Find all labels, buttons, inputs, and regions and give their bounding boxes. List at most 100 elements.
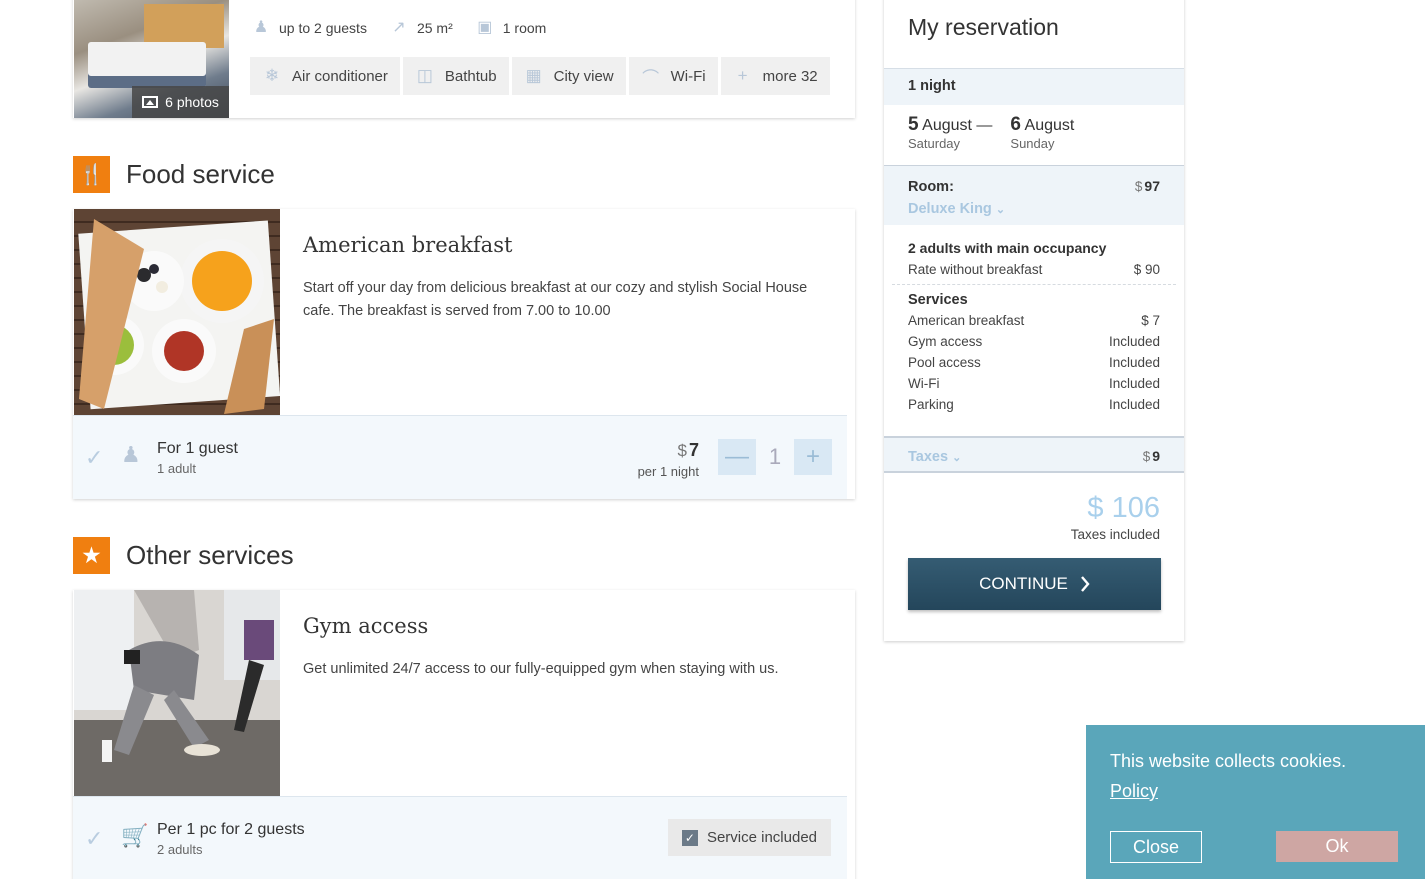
breakfast-photo[interactable] xyxy=(74,209,280,415)
breakfast-card: American breakfast Start off your day fr… xyxy=(73,209,855,499)
service-row-name: Pool access xyxy=(908,355,981,370)
quantity-value[interactable]: 1 xyxy=(756,444,794,470)
checkbox-checked-icon: ✓ xyxy=(681,829,698,846)
reservation-title: My reservation xyxy=(908,14,1059,40)
service-row: Pool access Included xyxy=(908,355,1160,370)
snowflake-icon: ❄ xyxy=(264,66,280,85)
amenity-city-view: ▦ City view xyxy=(511,57,626,95)
amenity-label: Wi-Fi xyxy=(670,67,706,85)
checkout-month: August xyxy=(1024,117,1075,134)
cookie-ok-button[interactable]: Ok xyxy=(1276,831,1398,862)
service-row: Gym access Included xyxy=(908,334,1160,349)
room-price: 97 xyxy=(1144,178,1160,194)
rate-label: Rate without breakfast xyxy=(908,262,1043,277)
price-breakdown: 2 adults with main occupancy Rate withou… xyxy=(892,240,1176,412)
total-note: Taxes included xyxy=(1070,527,1160,542)
breakfast-body: American breakfast Start off your day fr… xyxy=(303,233,831,323)
price-value: 7 xyxy=(688,440,699,460)
bathtub-icon: ◫ xyxy=(416,66,433,85)
gym-image xyxy=(74,590,280,796)
continue-label: CONTINUE xyxy=(979,574,1068,593)
food-service-header: 🍴 Food service xyxy=(73,156,275,193)
currency-symbol: $ xyxy=(677,441,687,460)
service-description: Get unlimited 24/7 access to our fully-e… xyxy=(303,661,779,677)
checkin-day: 5 xyxy=(908,114,919,135)
divider xyxy=(892,284,1176,285)
check-icon[interactable]: ✓ xyxy=(85,826,103,852)
plus-icon: + xyxy=(737,66,748,85)
breakfast-image xyxy=(74,209,280,415)
rate-price: $ 90 xyxy=(1133,262,1160,277)
continue-button[interactable]: CONTINUE xyxy=(908,558,1161,610)
room-meta: ♟ up to 2 guests ↗ 25 m² ▣ 1 room xyxy=(251,19,547,37)
gym-card: Gym access Get unlimited 24/7 access to … xyxy=(73,590,855,879)
occupancy-title: 2 adults with main occupancy xyxy=(908,240,1107,256)
check-icon[interactable]: ✓ xyxy=(85,445,103,471)
service-row-name: Gym access xyxy=(908,334,983,349)
cookie-banner: This website collects cookies. Policy Cl… xyxy=(1086,725,1425,879)
more-amenities-button[interactable]: + more 32 xyxy=(720,57,830,95)
stay-dates: 5 August — Saturday 6 August Sunday xyxy=(908,114,1074,151)
date-separator: — xyxy=(976,117,993,134)
gym-guest-info: Per 1 pc for 2 guests 2 adults xyxy=(157,821,305,857)
area-meta: ↗ 25 m² xyxy=(389,19,453,37)
bed-graphic xyxy=(88,42,206,88)
increment-button[interactable]: + xyxy=(794,439,832,475)
room-summary: Room: $97 Deluxe King ⌄ xyxy=(884,165,1184,225)
breakfast-footer: ✓ ♟ For 1 guest 1 adult $7 per 1 night —… xyxy=(73,415,847,499)
guest-info-main: Per 1 pc for 2 guests xyxy=(157,821,305,838)
checkin-date: 5 August — Saturday xyxy=(908,114,992,151)
guests-meta: ♟ up to 2 guests xyxy=(251,19,367,37)
service-included-toggle[interactable]: ✓ Service included xyxy=(667,819,831,856)
taxes-price: 9 xyxy=(1152,448,1160,464)
service-row: Parking Included xyxy=(908,397,1160,412)
checkin-month: August xyxy=(922,117,972,134)
room-card: 6 photos ♟ up to 2 guests ↗ 25 m² ▣ 1 ro… xyxy=(73,0,855,118)
service-description: Start off your day from delicious breakf… xyxy=(303,280,808,319)
service-row: American breakfast $ 7 xyxy=(908,313,1160,328)
nights-count: 1 night xyxy=(884,68,1184,105)
guests-text: up to 2 guests xyxy=(279,20,367,36)
cookie-message: This website collects cookies. xyxy=(1110,751,1347,771)
service-row-value: Included xyxy=(1108,334,1160,349)
section-title: Food service xyxy=(126,159,275,189)
area-icon: ↗ xyxy=(392,19,406,36)
quantity-stepper: — 1 + xyxy=(718,439,832,475)
cookie-policy-link[interactable]: Policy xyxy=(1110,781,1158,802)
star-icon: ★ xyxy=(73,537,110,574)
guests-icon: ♟ xyxy=(253,19,269,36)
picture-icon xyxy=(142,96,159,108)
cookie-close-button[interactable]: Close xyxy=(1110,831,1202,863)
checkout-day: 6 xyxy=(1010,114,1021,135)
total-block: $ 106 Taxes included xyxy=(1071,492,1160,542)
included-label: Service included xyxy=(706,829,817,846)
gym-photo[interactable] xyxy=(74,590,280,796)
decrement-button[interactable]: — xyxy=(718,439,756,475)
breakfast-price: $7 per 1 night xyxy=(638,440,699,479)
room-photo[interactable]: 6 photos xyxy=(74,0,229,118)
photos-badge[interactable]: 6 photos xyxy=(132,86,229,118)
amenities-list: ❄ Air conditioner ◫ Bathtub ▦ City view … xyxy=(250,57,830,95)
area-text: 25 m² xyxy=(416,20,453,36)
wifi-icon: ⌒ xyxy=(642,68,660,88)
amenity-air-conditioner: ❄ Air conditioner xyxy=(250,57,400,95)
city-view-icon: ▦ xyxy=(525,66,542,85)
chevron-right-icon xyxy=(1080,576,1090,592)
checkout-weekday: Sunday xyxy=(1010,136,1055,151)
service-name: Gym access xyxy=(303,614,429,638)
chevron-down-icon: ⌄ xyxy=(995,204,1006,216)
taxes-row[interactable]: Taxes ⌄ $9 xyxy=(884,436,1184,473)
gym-body: Gym access Get unlimited 24/7 access to … xyxy=(303,614,831,681)
service-name: American breakfast xyxy=(303,233,513,257)
person-icon: ♟ xyxy=(121,442,141,467)
other-services-header: ★ Other services xyxy=(73,537,294,574)
guest-info-sub: 2 adults xyxy=(157,842,203,857)
currency-symbol: $ xyxy=(1142,449,1151,464)
guest-info-sub: 1 adult xyxy=(157,461,197,476)
service-row-name: Wi-Fi xyxy=(908,376,940,391)
section-title: Other services xyxy=(126,540,294,570)
service-row-value: Included xyxy=(1108,376,1160,391)
checkout-date: 6 August Sunday xyxy=(1010,114,1074,151)
service-row-name: Parking xyxy=(908,397,954,412)
room-type-dropdown[interactable]: Deluxe King ⌄ xyxy=(908,201,1160,217)
